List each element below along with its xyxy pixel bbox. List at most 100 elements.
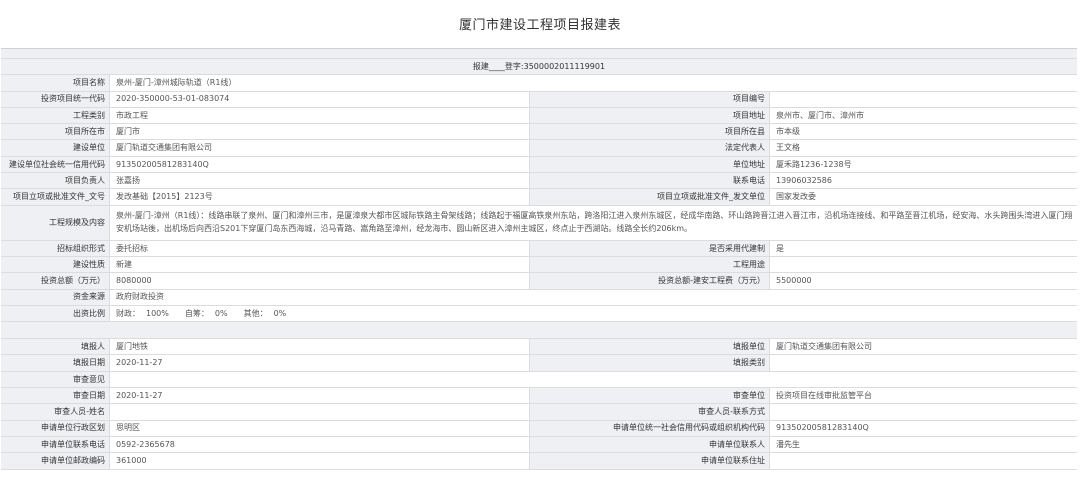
field-value: 政府财政投资	[116, 292, 164, 302]
field-label: 资金来源	[1, 289, 110, 305]
field-value	[770, 404, 1077, 419]
field-label: 投资总额（万元）	[1, 273, 110, 289]
field-value: 王文格	[776, 143, 800, 153]
table-row: 项目名称 泉州-厦门-漳州城际轨道（R1线）	[1, 75, 1077, 92]
field-label: 项目所在县	[530, 124, 770, 140]
field-label: 项目立项或批准文件_文号	[1, 189, 110, 205]
field-label: 申请单位联系电话	[1, 436, 110, 453]
field-value: 2020-350000-53-01-083074	[110, 91, 530, 107]
ratio-self-label: 自筹：	[184, 308, 209, 318]
field-value	[110, 404, 530, 420]
table-row: 填报日期 2020-11-27 填报类别	[1, 355, 1077, 372]
field-label: 项目名称	[1, 75, 110, 91]
project-registration-table: 报建____登字: 3500002011119901 项目名称 泉州-厦门-漳州…	[1, 48, 1077, 470]
table-row: 建设单位 厦门轨道交通集团有限公司 法定代表人 王文格	[1, 140, 1077, 157]
table-row: 项目立项或批准文件_文号 发改基础【2015】2123号 项目立项或批准文件_发…	[1, 189, 1077, 206]
field-label: 项目地址	[530, 107, 770, 124]
field-value: 新建	[110, 256, 530, 273]
registration-value: 3500002011119901	[523, 61, 606, 71]
field-label: 填报类别	[530, 355, 770, 371]
field-label: 审查日期	[1, 388, 110, 404]
table-spacer	[1, 49, 1077, 59]
field-label: 出资比例	[1, 305, 110, 322]
registration-header-row: 报建____登字: 3500002011119901	[1, 59, 1077, 76]
field-value: 厦门市	[110, 124, 530, 140]
field-label: 审查单位	[530, 388, 770, 404]
table-row: 项目负责人 张嘉扬 联系电话 13906032586	[1, 173, 1077, 190]
table-row: 工程类别 市政工程 项目地址 泉州市、厦门市、漳州市	[1, 107, 1077, 125]
field-label: 建设单位社会统一信用代码	[1, 156, 110, 173]
field-label: 投资总额-建安工程费（万元）	[530, 273, 770, 289]
field-value: 投资项目在线审批监管平台	[776, 390, 872, 400]
table-row: 项目所在市 厦门市 项目所在县 市本级	[1, 124, 1077, 141]
field-value: 361000	[110, 453, 530, 469]
ratio-other-value: 0%	[273, 308, 287, 318]
field-value: 13906032586	[776, 175, 832, 185]
field-label: 建设性质	[1, 256, 110, 273]
field-value	[110, 372, 1077, 387]
field-label: 工程规模及内容	[1, 205, 110, 240]
table-row: 投资项目统一代码 2020-350000-53-01-083074 项目编号	[1, 91, 1077, 108]
table-row: 招标组织形式 委托招标 是否采用代建制 是	[1, 240, 1077, 257]
field-value: 厦门轨道交通集团有限公司	[776, 342, 872, 351]
field-label: 单位地址	[530, 156, 770, 173]
ratio-fin-value: 100%	[146, 308, 169, 318]
registration-label: 报建____登字:	[472, 61, 524, 71]
table-row: 建设性质 新建 工程用途	[1, 256, 1077, 274]
field-label: 法定代表人	[530, 140, 770, 156]
field-label: 招标组织形式	[1, 240, 110, 256]
field-value: 潘先生	[776, 439, 800, 449]
field-value: 发改基础【2015】2123号	[110, 189, 530, 205]
field-value: 91350200581283140Q	[776, 423, 869, 433]
field-label: 填报单位	[530, 339, 770, 355]
field-label: 填报人	[1, 339, 110, 355]
field-label: 审查意见	[1, 371, 110, 388]
page-title: 厦门市建设工程项目报建表	[458, 18, 621, 33]
field-value: 8080000	[110, 273, 530, 289]
table-row: 审查日期 2020-11-27 审查单位 投资项目在线审批监管平台	[1, 388, 1077, 405]
ratio-fin-label: 财政：	[116, 308, 140, 318]
field-label: 是否采用代建制	[530, 240, 770, 256]
ratio-other-label: 其他：	[243, 308, 268, 318]
field-value: 思明区	[110, 420, 530, 436]
field-value: 2020-11-27	[110, 388, 530, 404]
field-label: 建设单位	[1, 140, 110, 156]
field-label: 申请单位统一社会信用代码或组织机构代码	[530, 420, 770, 436]
field-label: 联系电话	[530, 173, 770, 189]
field-label: 项目编号	[530, 91, 770, 107]
field-value	[770, 355, 1077, 370]
field-label: 申请单位邮政编码	[1, 453, 110, 469]
field-value: 是	[776, 243, 784, 253]
registration-number: 报建____登字: 3500002011119901	[1, 59, 1077, 74]
field-label: 项目负责人	[1, 173, 110, 189]
table-row: 投资总额（万元） 8080000 投资总额-建安工程费（万元） 5500000	[1, 273, 1077, 290]
field-value: 国家发改委	[776, 192, 816, 202]
project-scale-description: 泉州-厦门-漳州（R1线）：线路串联了泉州、厦门和漳州三市，是厦漳泉大都市区城际…	[116, 211, 1073, 233]
field-value: 91350200581283140Q	[110, 156, 530, 173]
table-row: 申请单位行政区划 思明区 申请单位统一社会信用代码或组织机构代码 9135020…	[1, 420, 1077, 437]
ratio-self-value: 0%	[214, 308, 228, 318]
funding-ratio: 财政： 100% 自筹： 0% 其他： 0%	[110, 306, 1077, 321]
table-row: 资金来源 政府财政投资	[1, 289, 1077, 306]
table-row: 申请单位邮政编码 361000 申请单位联系住址	[1, 453, 1077, 470]
field-value: 厦门轨道交通集团有限公司	[110, 140, 530, 156]
field-label: 工程类别	[1, 107, 110, 124]
field-label: 项目立项或批准文件_发文单位	[530, 189, 770, 205]
field-value: 张嘉扬	[110, 173, 530, 189]
table-row: 工程规模及内容 泉州-厦门-漳州（R1线）：线路串联了泉州、厦门和漳州三市，是厦…	[1, 205, 1077, 241]
field-label: 投资项目统一代码	[1, 91, 110, 107]
table-row: 审查意见	[1, 371, 1077, 389]
field-value: 5500000	[776, 276, 812, 286]
field-label: 申请单位联系住址	[530, 453, 770, 469]
field-value: 厦禾路1236-1238号	[776, 159, 852, 169]
field-label: 申请单位联系人	[530, 436, 770, 453]
field-label: 填报日期	[1, 355, 110, 371]
field-label: 申请单位行政区划	[1, 420, 110, 436]
field-label: 审查人员-姓名	[1, 404, 110, 420]
field-value	[770, 92, 1077, 107]
field-value: 厦门地铁	[110, 339, 530, 355]
table-row: 出资比例 财政： 100% 自筹： 0% 其他： 0%	[1, 305, 1077, 323]
table-row: 申请单位联系电话 0592-2365678 申请单位联系人 潘先生	[1, 436, 1077, 454]
field-value: 2020-11-27	[110, 355, 530, 371]
field-value: 委托招标	[110, 240, 530, 256]
